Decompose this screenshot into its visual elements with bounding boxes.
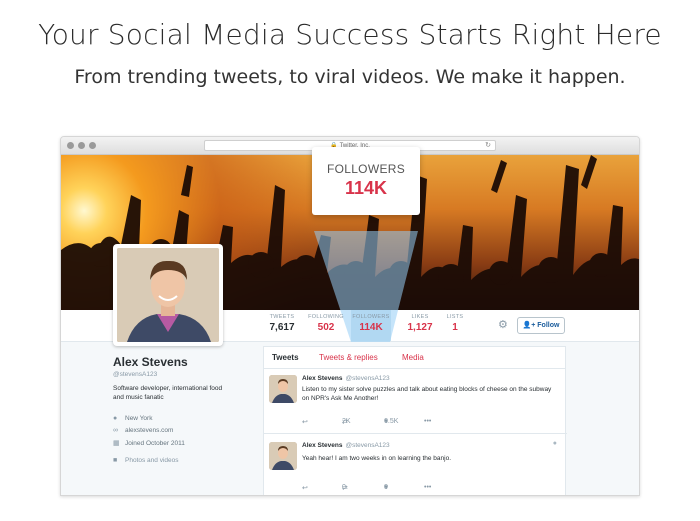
- like-count: 6.5K: [384, 418, 399, 425]
- tab-tweets-and-replies[interactable]: Tweets & replies: [319, 353, 378, 362]
- tweet-author[interactable]: Alex Stevens @stevensA123: [302, 375, 390, 382]
- person-thumbnail-icon: [269, 375, 297, 403]
- stat-likes[interactable]: LIKES 1,127: [405, 314, 435, 333]
- stat-value: 1: [452, 322, 458, 333]
- profile-avatar[interactable]: [113, 244, 223, 346]
- profile-website[interactable]: ∞ alexstevens.com: [113, 427, 253, 434]
- stat-label: LISTS: [446, 314, 464, 320]
- stat-followers[interactable]: FOLLOWERS 114K: [351, 310, 391, 341]
- profile-joined: ▦ Joined October 2011: [113, 439, 253, 448]
- retweet-count: 2K: [342, 418, 351, 425]
- stat-value: 1,127: [407, 322, 433, 333]
- followers-callout-label: FOLLOWERS: [326, 162, 406, 176]
- maximize-dot-icon[interactable]: [89, 142, 96, 149]
- photos-text[interactable]: Photos and videos: [125, 457, 178, 464]
- like-count: 0: [384, 484, 388, 491]
- close-dot-icon[interactable]: [67, 142, 74, 149]
- add-user-icon: 👤+: [522, 322, 538, 329]
- stat-following[interactable]: FOLLOWING 502: [308, 314, 344, 333]
- browser-window: 🔒 Twitter, Inc. ↻ FOLLOWERS 114K TWEETS …: [60, 136, 640, 496]
- person-thumbnail-icon: [269, 442, 297, 470]
- tweet-author-name: Alex Stevens: [302, 375, 343, 382]
- followers-callout-value: 114K: [344, 178, 388, 198]
- avatar: [117, 248, 219, 342]
- link-icon: ∞: [113, 427, 118, 434]
- more-icon[interactable]: •••: [424, 418, 431, 425]
- profile-bio: Software developer, international food a…: [113, 385, 223, 401]
- joined-text: Joined October 2011: [125, 439, 185, 447]
- camera-icon: ■: [113, 457, 118, 464]
- calendar-icon: ▦: [113, 440, 120, 447]
- profile-handle[interactable]: @stevensA123: [113, 371, 253, 378]
- timeline-tabs: Tweets Tweets & replies Media: [264, 347, 565, 369]
- tweet-author-handle: @stevensA123: [345, 375, 390, 382]
- timeline: Tweets Tweets & replies Media Alex Steve…: [263, 346, 567, 495]
- follow-button-label: Follow: [537, 322, 560, 329]
- tab-tweets[interactable]: Tweets: [272, 353, 299, 362]
- stat-value: 502: [317, 322, 335, 333]
- tweet-text: Listen to my sister solve puzzles and ta…: [302, 386, 552, 402]
- reply-icon[interactable]: ↩: [302, 484, 308, 492]
- tweet-author[interactable]: Alex Stevens @stevensA123: [302, 442, 390, 449]
- location-pin-icon: ●: [552, 440, 557, 447]
- stat-tweets[interactable]: TWEETS 7,617: [265, 314, 299, 333]
- reply-icon[interactable]: ↩: [302, 418, 308, 426]
- hero-title: Your Social Media Success Starts Right H…: [38, 18, 662, 51]
- gear-icon[interactable]: ⚙: [498, 318, 508, 331]
- website-link[interactable]: alexstevens.com: [125, 427, 173, 434]
- tweet-author-handle: @stevensA123: [345, 442, 390, 449]
- tweet-avatar[interactable]: [269, 375, 297, 403]
- location-pin-icon: ●: [113, 415, 118, 422]
- stat-lists[interactable]: LISTS 1: [443, 314, 467, 333]
- stat-label: LIKES: [411, 314, 429, 320]
- photos-and-videos-link[interactable]: ■ Photos and videos: [113, 457, 253, 464]
- profile-location: ● New York: [113, 415, 253, 422]
- reload-icon[interactable]: ↻: [485, 141, 491, 151]
- hero-subtitle: From trending tweets, to viral videos. W…: [74, 66, 626, 88]
- tweet-item[interactable]: ● Alex Stevens @stevensA123 Yeah hear! I …: [264, 434, 567, 495]
- location-text: New York: [125, 415, 153, 422]
- stat-label: FOLLOWING: [308, 314, 344, 320]
- minimize-dot-icon[interactable]: [78, 142, 85, 149]
- tab-media[interactable]: Media: [402, 353, 424, 362]
- stat-label: FOLLOWERS: [352, 314, 390, 320]
- tweet-item[interactable]: Alex Stevens @stevensA123 Listen to my si…: [264, 369, 567, 434]
- stat-value: 7,617: [269, 322, 295, 333]
- tweet-text: Yeah hear! I am two weeks in on learning…: [302, 455, 451, 462]
- profile-sidebar: Alex Stevens @stevensA123 Software devel…: [113, 355, 253, 464]
- profile-name: Alex Stevens: [113, 355, 188, 369]
- follow-button[interactable]: 👤+ Follow: [517, 317, 565, 334]
- tweet-avatar[interactable]: [269, 442, 297, 470]
- retweet-count: 0: [342, 484, 346, 491]
- tweet-author-name: Alex Stevens: [302, 442, 343, 449]
- stat-value: 114K: [359, 322, 383, 333]
- person-portrait-icon: [117, 248, 219, 342]
- more-icon[interactable]: •••: [424, 484, 431, 491]
- stat-label: TWEETS: [269, 314, 295, 320]
- followers-callout: FOLLOWERS 114K: [312, 147, 420, 215]
